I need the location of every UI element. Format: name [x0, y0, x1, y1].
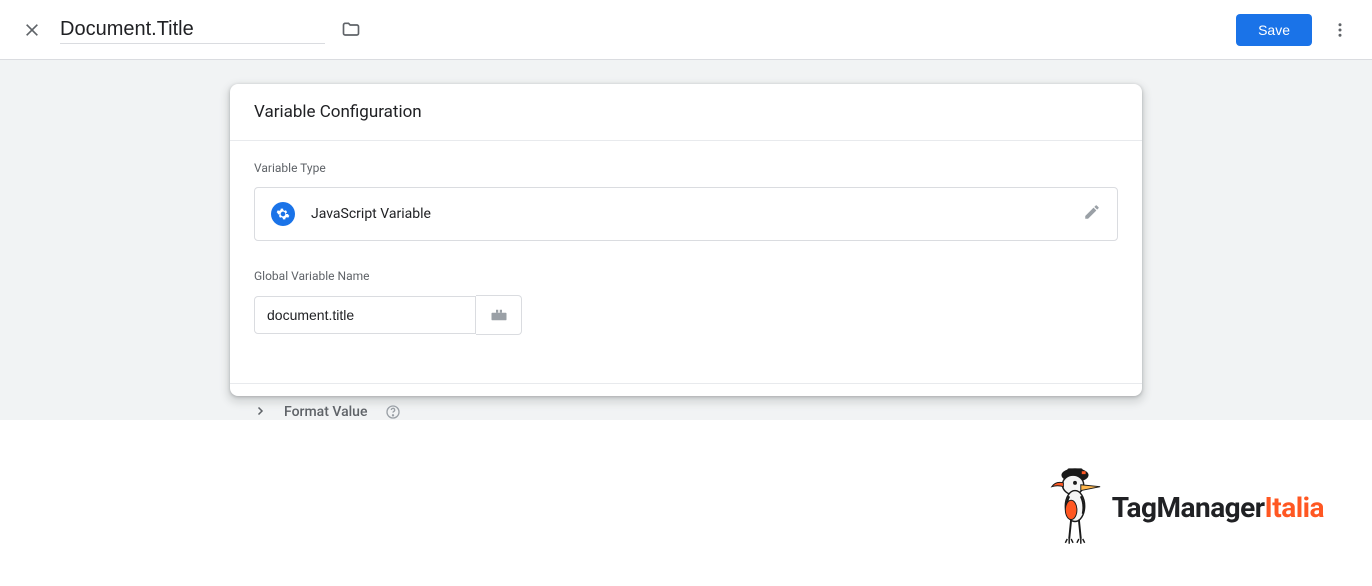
- format-value-row[interactable]: Format Value: [230, 384, 1142, 441]
- variable-config-card: Variable Configuration Variable Type Jav…: [230, 84, 1142, 396]
- variable-type-selector[interactable]: JavaScript Variable: [254, 187, 1118, 241]
- variable-type-name: JavaScript Variable: [311, 206, 431, 222]
- header-left: [20, 16, 361, 44]
- brick-icon: [490, 308, 508, 322]
- variable-name-input[interactable]: [60, 16, 325, 44]
- chevron-right-icon: [254, 405, 266, 417]
- global-variable-name-input[interactable]: [254, 296, 476, 334]
- card-body: Variable Type JavaScript Variable Global…: [230, 141, 1142, 355]
- more-vert-icon: [1331, 21, 1349, 39]
- woodpecker-icon: [1046, 463, 1104, 551]
- gear-icon: [276, 207, 290, 221]
- type-selector-left: JavaScript Variable: [271, 202, 431, 226]
- global-variable-input-group: [254, 295, 1118, 335]
- variable-type-label: Variable Type: [254, 161, 1118, 175]
- folder-button[interactable]: [341, 20, 361, 40]
- close-icon: [24, 22, 40, 38]
- card-title: Variable Configuration: [230, 84, 1142, 141]
- brand-text: TagManagerItalia: [1112, 491, 1324, 524]
- brand-logo: TagManagerItalia: [1046, 463, 1324, 551]
- expand-chevron: [254, 402, 266, 421]
- main-content: Variable Configuration Variable Type Jav…: [0, 60, 1372, 420]
- global-variable-name-label: Global Variable Name: [254, 269, 1118, 283]
- format-value-help[interactable]: [385, 404, 401, 420]
- folder-icon: [341, 20, 361, 40]
- help-icon: [385, 404, 401, 420]
- brand-text-accent: Italia: [1265, 491, 1324, 524]
- format-value-label: Format Value: [284, 404, 367, 420]
- save-button[interactable]: Save: [1236, 14, 1312, 46]
- pencil-icon: [1083, 203, 1101, 221]
- header-right: Save: [1236, 14, 1352, 46]
- javascript-variable-icon: [271, 202, 295, 226]
- edit-type-button[interactable]: [1083, 203, 1101, 225]
- more-menu-button[interactable]: [1328, 21, 1352, 39]
- variable-picker-button[interactable]: [476, 295, 522, 335]
- brand-text-main: TagManager: [1112, 491, 1265, 524]
- page-header: Save: [0, 0, 1372, 60]
- close-button[interactable]: [20, 18, 44, 42]
